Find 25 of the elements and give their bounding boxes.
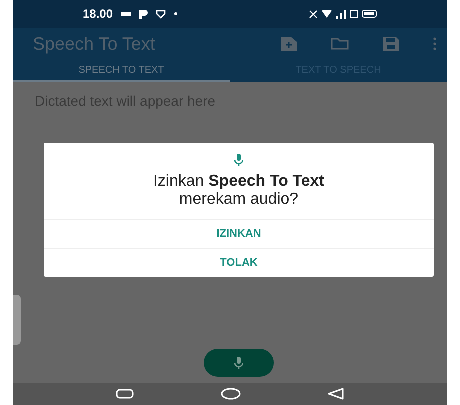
minus-icon [121,12,132,16]
dialog-button[interactable]: TOLAK [44,248,434,277]
folder-icon[interactable] [331,38,349,50]
wifi-icon [322,10,332,18]
shield-icon [156,10,166,18]
mute-icon [309,10,318,18]
microphone-button[interactable] [204,349,274,377]
home-icon[interactable] [220,388,241,400]
save-icon[interactable] [383,37,399,51]
more-icon[interactable] [433,37,437,51]
parking-icon [139,10,148,18]
battery-icon [362,10,377,18]
new-file-icon[interactable] [281,37,297,51]
app-title: Speech To Text [33,32,156,56]
microphone-icon [233,153,245,167]
dot-icon [174,12,178,16]
side-handle[interactable] [13,295,21,345]
status-time: 18.00 [83,6,114,23]
signal-icon [336,10,346,18]
tab[interactable]: SPEECH TO TEXT [13,60,230,82]
back-icon[interactable] [328,388,344,400]
dialog-button[interactable]: IZINKAN [44,219,434,248]
microphone-icon [233,356,245,370]
recents-icon[interactable] [116,389,134,399]
dialog-message: Izinkan Speech To Text merekam audio? [152,173,326,209]
